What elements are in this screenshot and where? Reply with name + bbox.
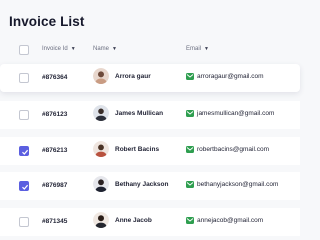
avatar <box>93 212 109 228</box>
customer-name: James Mullican <box>115 110 164 117</box>
sort-caret-icon[interactable]: ▼ <box>204 46 209 52</box>
row-checkbox[interactable] <box>19 146 29 156</box>
select-all-checkbox[interactable] <box>19 45 29 55</box>
customer-name: Arrora gaur <box>115 73 151 80</box>
column-label: Invoice Id <box>42 46 68 52</box>
customer-email[interactable]: arroragaur@gmail.com <box>197 73 264 80</box>
customer-email[interactable]: jamesmullican@gmail.com <box>197 110 274 117</box>
avatar <box>93 176 109 192</box>
sort-caret-icon[interactable]: ▼ <box>71 46 76 52</box>
customer-name: Robert Bacins <box>115 146 160 153</box>
check-icon <box>22 184 29 190</box>
invoice-id: #876123 <box>42 111 68 118</box>
table-header: Invoice Id ▼ Name ▼ Email ▼ <box>0 40 300 60</box>
customer-email[interactable]: bethanyjackson@gmail.com <box>197 181 278 188</box>
column-header-invoice-id[interactable]: Invoice Id ▼ <box>42 46 76 52</box>
table-row[interactable]: #876364 Arrora gaur arroragaur@gmail.com <box>0 64 300 92</box>
invoice-id: #876213 <box>42 147 68 154</box>
mail-icon <box>186 181 194 188</box>
customer-email[interactable]: annejacob@gmail.com <box>197 217 263 224</box>
row-checkbox[interactable] <box>19 73 29 83</box>
avatar <box>93 68 109 84</box>
row-checkbox[interactable] <box>19 110 29 120</box>
invoice-id: #871345 <box>42 218 68 225</box>
column-label: Email <box>186 46 202 52</box>
mail-icon <box>186 110 194 117</box>
avatar <box>93 105 109 121</box>
column-label: Name <box>93 46 110 52</box>
sort-caret-icon[interactable]: ▼ <box>112 46 117 52</box>
invoice-id: #876987 <box>42 182 68 189</box>
column-header-email[interactable]: Email ▼ <box>186 46 209 52</box>
row-checkbox[interactable] <box>19 181 29 191</box>
column-header-name[interactable]: Name ▼ <box>93 46 117 52</box>
table-row[interactable]: #876213 Robert Bacins robertbacins@gmail… <box>0 137 300 165</box>
mail-icon <box>186 217 194 224</box>
customer-email[interactable]: robertbacins@gmail.com <box>197 146 269 153</box>
mail-icon <box>186 73 194 80</box>
check-icon <box>22 149 29 155</box>
invoice-id: #876364 <box>42 74 68 81</box>
avatar <box>93 141 109 157</box>
table-row[interactable]: #876987 Bethany Jackson bethanyjackson@g… <box>0 172 300 200</box>
table-row[interactable]: #876123 James Mullican jamesmullican@gma… <box>0 101 300 129</box>
mail-icon <box>186 146 194 153</box>
table-row[interactable]: #871345 Anne Jacob annejacob@gmail.com <box>0 208 300 236</box>
page-title: Invoice List <box>9 14 85 29</box>
customer-name: Bethany Jackson <box>115 181 169 188</box>
row-checkbox[interactable] <box>19 217 29 227</box>
customer-name: Anne Jacob <box>115 217 152 224</box>
